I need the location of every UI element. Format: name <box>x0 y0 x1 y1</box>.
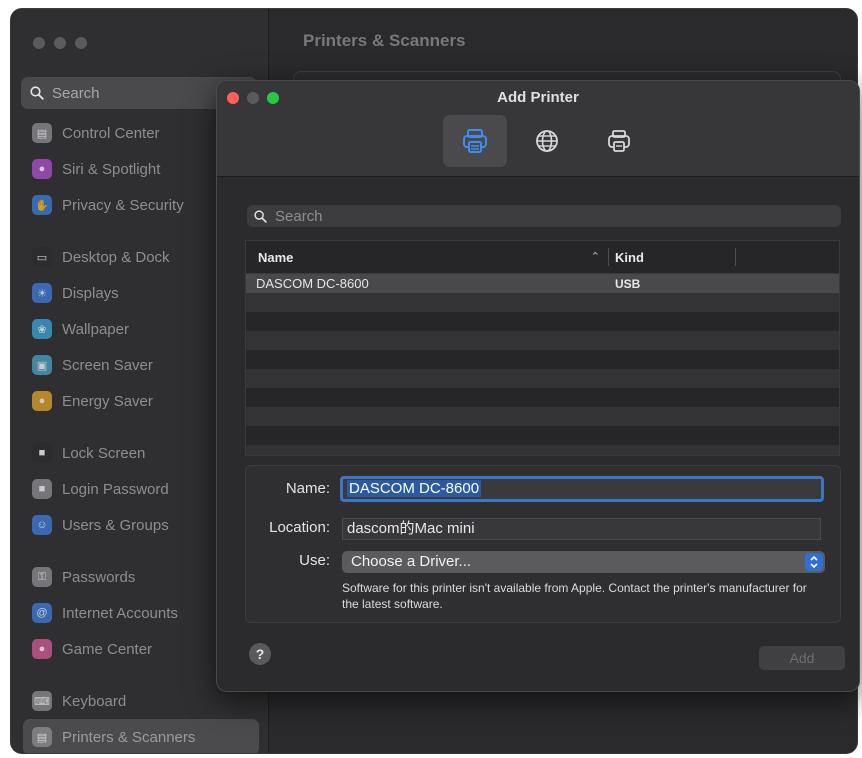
location-field[interactable]: dascom的Mac mini <box>342 518 821 540</box>
sidebar-item-label: Internet Accounts <box>62 604 178 622</box>
chevron-updown-icon <box>805 553 823 571</box>
sidebar-item-label: Desktop & Dock <box>62 248 170 266</box>
sidebar-search-placeholder: Search <box>52 84 100 102</box>
close-button[interactable] <box>33 37 45 49</box>
sidebar-item-label: Displays <box>62 284 119 302</box>
column-header-name[interactable]: Name ⌃ <box>246 250 608 265</box>
sidebar-item-label: Energy Saver <box>62 392 153 410</box>
empty-table-row <box>246 312 839 331</box>
sidebar-item-label: Users & Groups <box>62 516 169 534</box>
flower-icon: ❀ <box>32 319 52 339</box>
hand-icon: ✋ <box>32 195 52 215</box>
siri-icon: ● <box>32 159 52 179</box>
printer-icon <box>463 129 487 153</box>
printer-table: Name ⌃ Kind DASCOM DC-8600 USB <box>245 240 840 456</box>
table-row[interactable]: DASCOM DC-8600 USB <box>246 274 839 293</box>
add-printer-dialog: Add Printer Search Name ⌃ Kind DASCOM DC… <box>216 80 860 692</box>
zoom-button[interactable] <box>75 37 87 49</box>
printer-kind-cell: USB <box>615 276 641 291</box>
empty-table-row <box>246 369 839 388</box>
game-center-icon: ● <box>32 639 52 659</box>
sidebar-item-label: Wallpaper <box>62 320 129 338</box>
printer-name-field[interactable]: DASCOM DC-8600 <box>340 476 824 502</box>
page-title: Printers & Scanners <box>303 31 466 50</box>
use-label: Use: <box>299 552 330 569</box>
add-button[interactable]: Add <box>759 646 845 670</box>
printer-name-cell: DASCOM DC-8600 <box>256 276 369 291</box>
sidebar-item-label: Lock Screen <box>62 444 146 462</box>
name-label: Name: <box>285 480 330 497</box>
padlock-icon: ■ <box>32 479 52 499</box>
lock-icon: ■ <box>32 443 52 463</box>
help-button[interactable]: ? <box>249 643 271 665</box>
sidebar-item-label: Game Center <box>62 640 153 658</box>
driver-select[interactable]: Choose a Driver... <box>342 551 825 573</box>
column-name-label: Name <box>258 249 294 265</box>
at-icon: @ <box>32 603 52 623</box>
search-icon <box>254 209 267 223</box>
keyboard-icon: ⌨ <box>32 691 52 711</box>
column-header-kind[interactable]: Kind <box>609 250 735 265</box>
column-kind-label: Kind <box>615 249 644 265</box>
dialog-toolbar: Add Printer <box>217 81 859 177</box>
sidebar-item-label: Keyboard <box>62 692 127 710</box>
driver-select-value: Choose a Driver... <box>351 553 472 570</box>
printer-icon: ▤ <box>32 727 52 747</box>
sidebar-item-label: Printers & Scanners <box>62 728 196 746</box>
sidebar-item-label: Control Center <box>62 124 160 142</box>
dock-icon: ▭ <box>32 247 52 267</box>
default-printers-button[interactable] <box>443 115 507 167</box>
ip-printers-button[interactable] <box>515 115 579 167</box>
empty-table-row <box>246 407 839 426</box>
windows-printer-icon <box>608 130 630 152</box>
control-center-icon: ▤ <box>32 123 52 143</box>
sun-icon: ☀ <box>32 283 52 303</box>
sidebar-item-label: Privacy & Security <box>62 196 184 214</box>
sidebar-item-label: Screen Saver <box>62 356 153 374</box>
sidebar-item-label: Passwords <box>62 568 136 586</box>
printer-name-value: DASCOM DC-8600 <box>347 480 482 497</box>
windows-printers-button[interactable] <box>587 115 651 167</box>
location-label: Location: <box>269 519 330 536</box>
sort-ascending-icon: ⌃ <box>590 250 600 263</box>
empty-table-row <box>246 350 839 369</box>
empty-table-row <box>246 426 839 445</box>
empty-table-row <box>246 293 839 312</box>
table-body: DASCOM DC-8600 USB <box>246 274 839 455</box>
table-header: Name ⌃ Kind <box>246 241 839 274</box>
bulb-icon: ● <box>32 391 52 411</box>
sidebar-item-label: Siri & Spotlight <box>62 160 161 178</box>
sidebar-item-label: Login Password <box>62 480 169 498</box>
screen-saver-icon: ▣ <box>32 355 52 375</box>
sidebar-item-printers-scanners[interactable]: ▤ Printers & Scanners <box>23 719 259 753</box>
driver-note: Software for this printer isn't availabl… <box>342 581 807 611</box>
globe-icon <box>536 130 558 152</box>
minimize-button[interactable] <box>54 37 66 49</box>
search-icon <box>30 86 44 100</box>
printer-search-input[interactable]: Search <box>247 205 841 227</box>
dialog-title: Add Printer <box>497 89 579 106</box>
printer-search-placeholder: Search <box>275 207 323 225</box>
printer-details: Name: DASCOM DC-8600 Location: dascom的Ma… <box>245 465 841 623</box>
empty-table-row <box>246 445 839 455</box>
users-icon: ☺ <box>32 515 52 535</box>
printer-type-toolbar <box>443 115 651 167</box>
empty-table-row <box>246 388 839 407</box>
empty-table-row <box>246 331 839 350</box>
column-divider <box>735 248 736 266</box>
key-icon: ⚿ <box>32 567 52 587</box>
main-window-controls <box>33 37 87 49</box>
